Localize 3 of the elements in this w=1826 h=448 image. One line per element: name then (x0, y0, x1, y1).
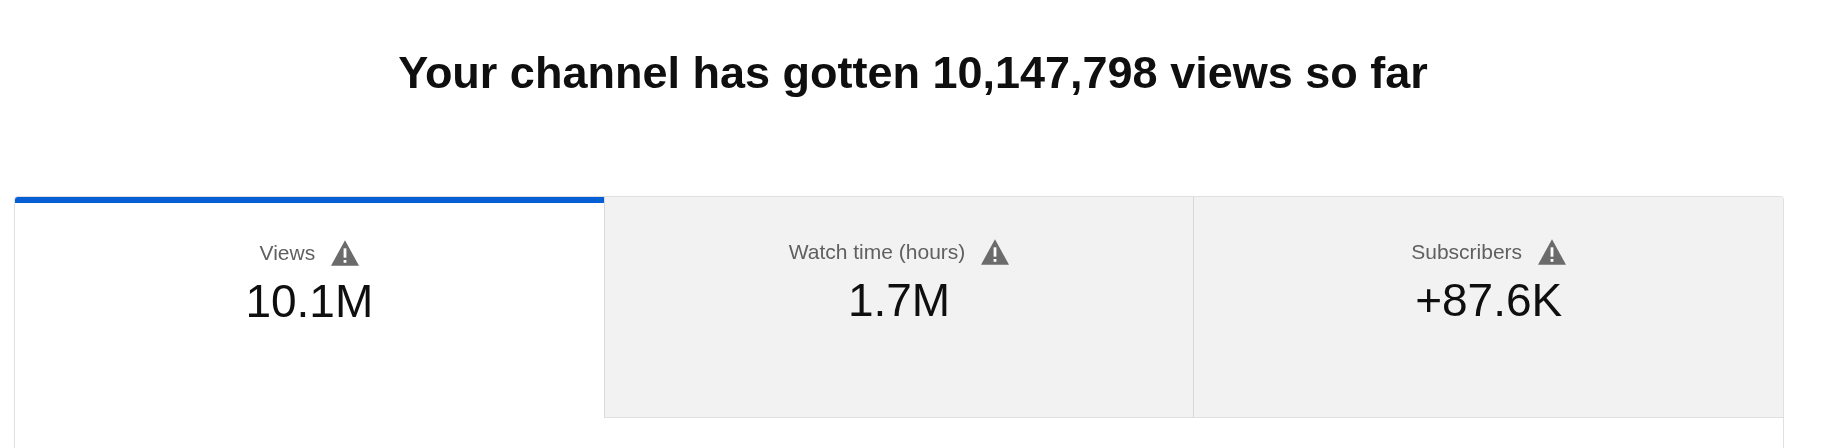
metric-tab[interactable]: Watch time (hours) 1.7M (603, 197, 1194, 418)
metric-tab[interactable]: Subscribers +87.6K (1193, 197, 1783, 418)
page-title: Your channel has gotten 10,147,798 views so far (397, 46, 1429, 100)
